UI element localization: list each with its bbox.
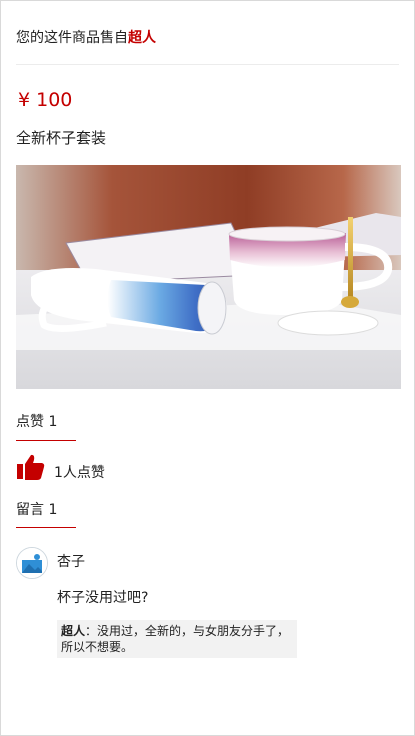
reply-author[interactable]: 超人 (61, 624, 85, 638)
header-divider (16, 64, 399, 65)
comment-author[interactable]: 杏子 (57, 552, 85, 572)
likes-underline (16, 440, 76, 441)
seller-name[interactable]: 超人 (128, 30, 156, 46)
sale-notice-prefix: 您的这件商品售自 (16, 30, 128, 46)
sale-notice: 您的这件商品售自超人 (16, 27, 399, 49)
product-title: 全新杯子套装 (16, 129, 107, 147)
thumbs-up-icon[interactable] (16, 452, 46, 486)
cup-set-image (16, 165, 401, 389)
reply-separator: ： (85, 624, 98, 638)
comments-heading: 留言 1 (16, 502, 58, 518)
likes-heading: 点赞 1 (16, 414, 58, 430)
likes-summary: 1人点赞 (16, 452, 105, 486)
comment-text: 杯子没用过吧? (57, 590, 149, 606)
product-photo[interactable] (16, 165, 401, 389)
page-frame: 您的这件商品售自超人 ¥ 100 全新杯子套装 点赞 1 1人点赞 留言 1 杏… (0, 0, 415, 736)
comments-underline (16, 527, 76, 528)
product-price: ¥ 100 (18, 89, 73, 111)
seller-reply: 超人：没用过，全新的，与女朋友分手了，所以不想要。 (57, 620, 297, 658)
default-avatar-icon[interactable] (16, 547, 48, 579)
likes-count-label: 1人点赞 (54, 465, 105, 481)
